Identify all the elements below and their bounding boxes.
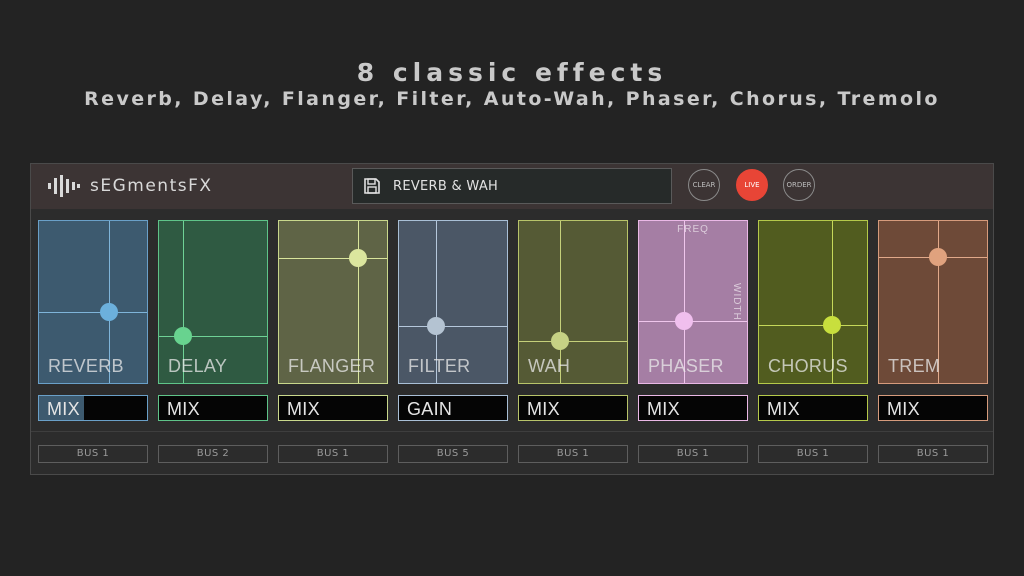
level-label: MIX [647, 399, 680, 419]
level-slider-reverb[interactable]: MIX [38, 395, 148, 421]
top-bar: sEGmentsFX REVERB & WAH CLEAR LIVE ORDER [31, 164, 993, 209]
preset-field[interactable]: REVERB & WAH [352, 168, 672, 204]
headline-subtitle: Reverb, Delay, Flanger, Filter, Auto-Wah… [84, 88, 940, 110]
module-name-phaser: PHASER [648, 356, 724, 376]
bus-select-trem[interactable]: BUS 1 [878, 445, 988, 463]
level-label: MIX [767, 399, 800, 419]
plugin-window: sEGmentsFX REVERB & WAH CLEAR LIVE ORDER… [30, 163, 994, 475]
xy-pad-trem[interactable]: TREM [878, 220, 988, 384]
xy-pad-filter[interactable]: FILTER [398, 220, 508, 384]
bus-select-reverb[interactable]: BUS 1 [38, 445, 148, 463]
xy-handle-trem[interactable] [929, 247, 948, 266]
crosshair-horizontal [399, 326, 507, 328]
level-label: MIX [527, 399, 560, 419]
level-label: GAIN [407, 399, 453, 419]
order-button[interactable]: ORDER [783, 169, 815, 201]
bus-select-chorus[interactable]: BUS 1 [758, 445, 868, 463]
live-button[interactable]: LIVE [736, 169, 768, 201]
clear-button[interactable]: CLEAR [688, 169, 720, 201]
divider [31, 431, 993, 432]
level-slider-phaser[interactable]: MIX [638, 395, 748, 421]
level-label: MIX [167, 399, 200, 419]
xy-handle-filter[interactable] [426, 317, 445, 336]
xy-pad-phaser[interactable]: FREQ WIDTH PHASER [638, 220, 748, 384]
crosshair-horizontal [519, 340, 627, 342]
xy-handle-phaser[interactable] [675, 312, 694, 331]
freq-axis-label: FREQ [677, 224, 709, 235]
level-slider-wah[interactable]: MIX [518, 395, 628, 421]
xy-pad-wah[interactable]: WAH [518, 220, 628, 384]
level-slider-filter[interactable]: GAIN [398, 395, 508, 421]
bus-select-flanger[interactable]: BUS 1 [278, 445, 388, 463]
crosshair-horizontal [279, 258, 387, 260]
bus-select-wah[interactable]: BUS 1 [518, 445, 628, 463]
crosshair-horizontal [759, 324, 867, 326]
level-label: MIX [287, 399, 320, 419]
module-name-filter: FILTER [408, 356, 471, 376]
module-name-trem: TREM [888, 356, 941, 376]
crosshair-horizontal [39, 311, 147, 313]
level-slider-chorus[interactable]: MIX [758, 395, 868, 421]
level-slider-trem[interactable]: MIX [878, 395, 988, 421]
module-name-chorus: CHORUS [768, 356, 848, 376]
app-logo: sEGmentsFX [47, 173, 213, 199]
xy-handle-reverb[interactable] [100, 302, 119, 321]
module-name-flanger: FLANGER [288, 356, 376, 376]
bus-select-delay[interactable]: BUS 2 [158, 445, 268, 463]
crosshair-horizontal [639, 321, 747, 323]
xy-handle-wah[interactable] [551, 331, 570, 350]
xy-handle-flanger[interactable] [348, 249, 367, 268]
xy-handle-delay[interactable] [173, 327, 192, 346]
waveform-logo-icon [48, 175, 80, 197]
preset-name: REVERB & WAH [393, 178, 499, 194]
bus-select-filter[interactable]: BUS 5 [398, 445, 508, 463]
app-name: sEGmentsFX [90, 176, 213, 196]
xy-pad-delay[interactable]: DELAY [158, 220, 268, 384]
level-label: MIX [887, 399, 920, 419]
xy-pad-flanger[interactable]: FLANGER [278, 220, 388, 384]
module-name-reverb: REVERB [48, 356, 124, 376]
module-name-wah: WAH [528, 356, 571, 376]
save-icon[interactable] [363, 177, 381, 195]
xy-pad-chorus[interactable]: CHORUS [758, 220, 868, 384]
xy-handle-chorus[interactable] [823, 315, 842, 334]
headline-title: 8 classic effects [356, 58, 668, 87]
bus-select-phaser[interactable]: BUS 1 [638, 445, 748, 463]
width-axis-label: WIDTH [731, 283, 742, 321]
level-label: MIX [47, 399, 80, 419]
module-name-delay: DELAY [168, 356, 228, 376]
level-slider-flanger[interactable]: MIX [278, 395, 388, 421]
level-slider-delay[interactable]: MIX [158, 395, 268, 421]
xy-pad-reverb[interactable]: REVERB [38, 220, 148, 384]
